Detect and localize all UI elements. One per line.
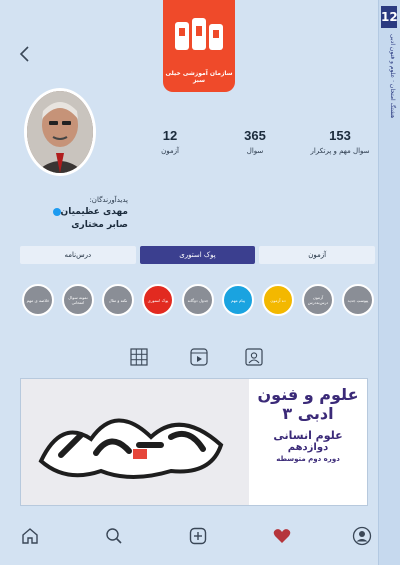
heart-icon[interactable] xyxy=(272,526,292,546)
logo-mark-icon xyxy=(175,18,223,50)
stat-tests: 12 آزمون xyxy=(125,128,215,155)
profile-icon[interactable] xyxy=(352,526,372,546)
highlight-item[interactable]: پوک استوری xyxy=(142,284,174,316)
author-avatar[interactable] xyxy=(24,88,96,176)
portrait-image xyxy=(27,91,93,173)
search-icon[interactable] xyxy=(104,526,124,546)
logo-caption: سازمان آموزشی خیلی سبز xyxy=(165,70,233,84)
book-spine: 12 هشتگ امتحان · علوم و فنون ادبی xyxy=(378,0,400,565)
stat-value: 153 xyxy=(329,128,351,143)
creator-name[interactable]: صابر مختاری xyxy=(18,220,128,230)
book-banner[interactable]: علوم و فنون ادبی ۳ علوم انسانی دوازدهم د… xyxy=(20,378,368,506)
stat-value: 365 xyxy=(244,128,266,143)
brand-art xyxy=(21,379,251,505)
creator-name-text: مهدی عظیمیان xyxy=(60,207,128,217)
creators-block: پدیدآورندگان: مهدی عظیمیان صابر مختاری xyxy=(18,196,128,230)
content-view-switcher xyxy=(20,348,375,370)
spine-title: هشتگ امتحان · علوم و فنون ادبی xyxy=(389,34,396,119)
stat-label: سوال xyxy=(246,147,264,155)
home-icon[interactable] xyxy=(20,526,40,546)
reels-icon[interactable] xyxy=(190,348,208,366)
highlights-row: پیوستِ جدید آزمون درس‌به‌درس ده آزمون پی… xyxy=(20,284,375,320)
highlight-item[interactable]: جدول دوگانه xyxy=(182,284,214,316)
book-subject: علوم انسانی xyxy=(273,429,343,442)
book-grade: دوازدهم xyxy=(287,442,329,453)
book-title: علوم و فنون ادبی ۳ xyxy=(257,385,359,423)
highlight-item[interactable]: پیام مهم xyxy=(222,284,254,316)
hashtag-emtehan-wordmark xyxy=(21,379,251,505)
creators-heading: پدیدآورندگان: xyxy=(89,196,128,204)
creator-name[interactable]: مهدی عظیمیان xyxy=(18,207,128,217)
tagged-icon[interactable] xyxy=(245,348,263,366)
stat-questions: 365 سوال xyxy=(210,128,300,155)
back-chevron-icon[interactable] xyxy=(18,46,32,62)
tab-lessons[interactable]: درس‌نامه xyxy=(20,246,136,264)
tab-pook-story[interactable]: پوک استوری xyxy=(139,246,256,264)
bottom-nav xyxy=(20,524,375,550)
book-level: دوره دوم متوسطه xyxy=(276,455,340,463)
highlight-item[interactable]: نکته و مثال xyxy=(102,284,134,316)
verified-badge-icon xyxy=(52,207,61,216)
stat-questions-important: 153 سوال مهم و پرتکرار xyxy=(295,128,385,155)
highlight-item[interactable]: خلاصه ی مهم xyxy=(22,284,54,316)
stat-label: آزمون xyxy=(161,147,179,155)
banner-text: علوم و فنون ادبی ۳ علوم انسانی دوازدهم د… xyxy=(249,379,367,505)
add-post-icon[interactable] xyxy=(188,526,208,546)
highlight-item[interactable]: آزمون درس‌به‌درس xyxy=(302,284,334,316)
grid-icon[interactable] xyxy=(130,348,148,366)
brand-logo: سازمان آموزشی خیلی سبز xyxy=(163,0,235,92)
spine-number: 12 xyxy=(381,6,398,28)
highlight-item[interactable]: ده آزمون xyxy=(262,284,294,316)
tab-bar: درس‌نامه پوک استوری آزمون xyxy=(20,246,376,264)
highlight-item[interactable]: نمونه سوال امتحانی xyxy=(62,284,94,316)
tab-tests[interactable]: آزمون xyxy=(259,246,376,264)
stat-value: 12 xyxy=(162,128,178,143)
highlight-item[interactable]: پیوستِ جدید xyxy=(342,284,374,316)
stat-label: سوال مهم و پرتکرار xyxy=(310,147,370,155)
